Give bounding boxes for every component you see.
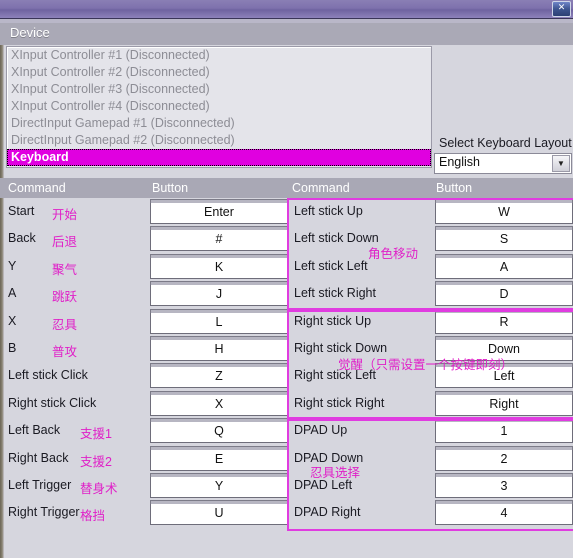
- command-label: DPAD Right: [294, 505, 361, 520]
- button-field[interactable]: E: [150, 445, 288, 471]
- header-command-left: Command: [8, 181, 66, 195]
- command-note: 聚气: [52, 262, 78, 277]
- command-label: Right stick Click: [8, 395, 97, 410]
- button-field[interactable]: K: [150, 253, 288, 279]
- command-note: 后退: [52, 235, 78, 250]
- header-button-right: Button: [436, 181, 473, 195]
- device-group-label: Device: [10, 25, 50, 40]
- title-bar: ✕: [0, 0, 573, 19]
- button-field[interactable]: 2: [435, 445, 573, 471]
- button-field[interactable]: Enter: [150, 199, 288, 224]
- button-field[interactable]: 3: [435, 473, 573, 498]
- column-header-bar: Command Button Command Button: [0, 178, 573, 198]
- device-list-item[interactable]: DirectInput Gamepad #2 (Disconnected): [7, 132, 431, 149]
- command-label: Left stick Down: [294, 231, 379, 246]
- command-label: Start: [8, 204, 35, 218]
- button-field[interactable]: U: [150, 500, 288, 526]
- device-list-item[interactable]: XInput Controller #2 (Disconnected): [7, 64, 431, 81]
- command-label: Left stick Up: [294, 204, 363, 218]
- command-label: Right stick Right: [294, 395, 385, 410]
- command-note: 支援1: [80, 427, 112, 442]
- header-command-right: Command: [292, 181, 350, 195]
- command-note: 忍具: [52, 317, 78, 332]
- command-note: 替身术: [80, 482, 118, 496]
- command-label: Left stick Right: [294, 286, 376, 301]
- command-label: Right Trigger: [8, 505, 80, 520]
- button-field[interactable]: #: [150, 226, 288, 252]
- command-note: 跳跃: [52, 290, 78, 305]
- chevron-down-icon[interactable]: ▼: [552, 155, 570, 172]
- command-label: DPAD Up: [294, 423, 348, 438]
- command-note: 支援2: [80, 454, 112, 469]
- button-field[interactable]: W: [435, 199, 573, 224]
- device-list-item[interactable]: Keyboard: [7, 149, 431, 166]
- binding-grid: Start 开始 Enter Back 后退 # Y 聚气 K A 跳跃 J X 忍具 L B 普攻 H Left …: [0, 198, 573, 531]
- button-field[interactable]: 1: [435, 418, 573, 444]
- command-label: Right stick Down: [294, 341, 388, 355]
- command-label: Left Back: [8, 423, 61, 438]
- command-label: Right stick Up: [294, 313, 372, 328]
- command-label: Left Trigger: [8, 478, 72, 492]
- button-field[interactable]: X: [150, 390, 288, 416]
- button-field[interactable]: 4: [435, 500, 573, 526]
- button-field[interactable]: Right: [435, 390, 573, 416]
- command-label: Right Back: [8, 450, 69, 465]
- button-field[interactable]: Z: [150, 363, 288, 389]
- button-field[interactable]: S: [435, 226, 573, 252]
- command-label: Y: [8, 258, 17, 273]
- close-icon[interactable]: ✕: [552, 1, 571, 17]
- command-note: 普攻: [52, 345, 78, 359]
- button-field[interactable]: Y: [150, 473, 288, 498]
- annotation-left-stick: 角色移动: [368, 246, 419, 261]
- device-list[interactable]: XInput Controller #1 (Disconnected) XInpu…: [6, 46, 432, 168]
- command-label: B: [8, 341, 17, 355]
- button-field[interactable]: A: [435, 253, 573, 279]
- annotation-right-stick: 觉醒（只需设置一个按键即刻）: [338, 358, 514, 373]
- button-field[interactable]: R: [435, 308, 573, 334]
- button-field[interactable]: D: [435, 281, 573, 307]
- command-note: 开始: [52, 208, 78, 222]
- keybinding-config-window: ✕ Device XInput Controller #1 (Disconnec…: [0, 0, 573, 558]
- annotation-dpad: 忍具选择: [310, 466, 361, 480]
- button-field[interactable]: J: [150, 281, 288, 307]
- keyboard-layout-select[interactable]: English ▼: [434, 153, 572, 174]
- device-list-item[interactable]: XInput Controller #3 (Disconnected): [7, 81, 431, 98]
- button-field[interactable]: Q: [150, 418, 288, 444]
- device-list-item[interactable]: DirectInput Gamepad #1 (Disconnected): [7, 115, 431, 132]
- keyboard-layout-value: English: [439, 155, 480, 169]
- device-list-item[interactable]: XInput Controller #4 (Disconnected): [7, 98, 431, 115]
- command-label: Back: [8, 231, 36, 246]
- button-field[interactable]: H: [150, 336, 288, 361]
- header-button-left: Button: [152, 181, 189, 195]
- command-label: X: [8, 313, 17, 328]
- command-label: A: [8, 286, 17, 301]
- command-label: Left stick Left: [294, 258, 368, 273]
- command-note: 格挡: [80, 509, 106, 524]
- button-field[interactable]: L: [150, 308, 288, 334]
- device-group-bar: [0, 23, 573, 45]
- command-label: Left stick Click: [8, 368, 88, 383]
- keyboard-layout-label: Select Keyboard Layout: [439, 136, 572, 150]
- device-list-item[interactable]: XInput Controller #1 (Disconnected): [7, 47, 431, 64]
